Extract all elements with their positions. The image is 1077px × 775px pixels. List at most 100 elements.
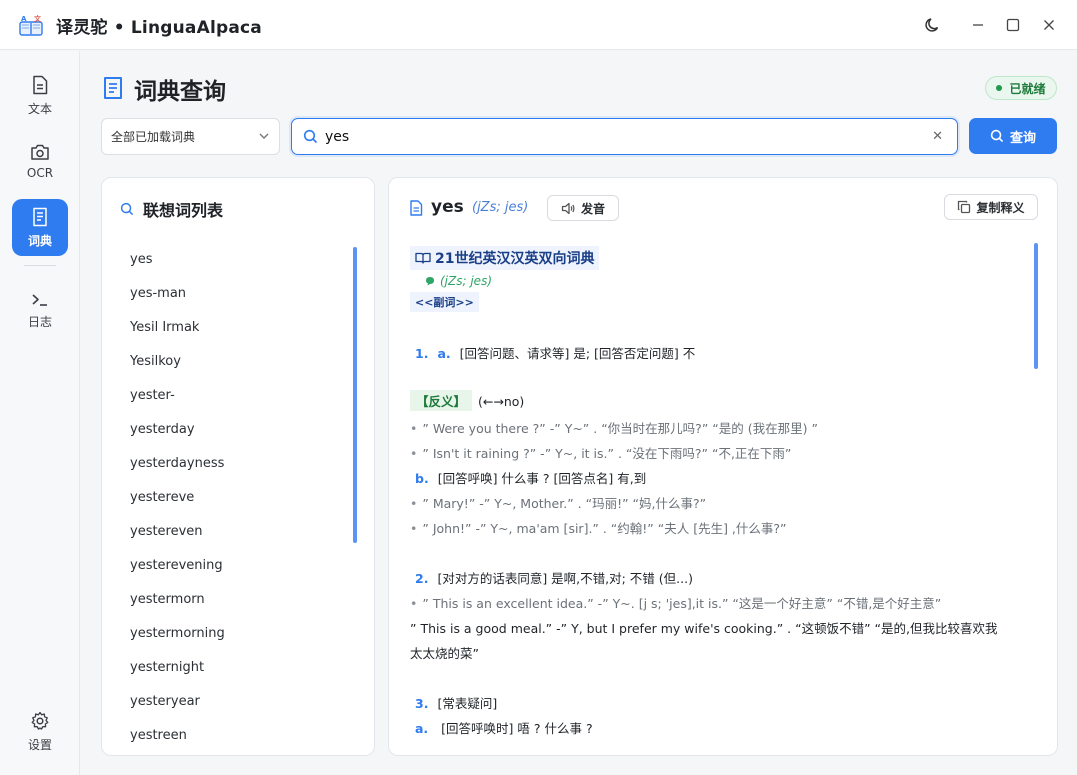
- suggestion-item[interactable]: yesterdayness: [130, 452, 225, 486]
- example-text: ” Mary!” -” Y~, Mother.” . “玛丽!” “妈,什么事?…: [422, 496, 707, 511]
- suggestion-item[interactable]: Yesil Irmak: [130, 316, 225, 350]
- speaker-icon: [561, 202, 575, 214]
- search-button[interactable]: 查询: [969, 118, 1057, 154]
- svg-text:A: A: [21, 15, 27, 23]
- suggestion-item[interactable]: yester-: [130, 384, 225, 418]
- copy-definition-button[interactable]: 复制释义: [944, 194, 1038, 220]
- definition-panel: yes (jZs; jes) 发音 复制释义 21世纪英汉汉英双向词典 (jZs…: [388, 177, 1058, 756]
- app-title: 译灵驼 • LinguaAlpaca: [56, 18, 262, 38]
- antonym-text: (←→no): [478, 394, 525, 409]
- suggestion-item[interactable]: yes-man: [130, 282, 225, 316]
- entry-phonetic: (jZs; jes): [472, 200, 529, 215]
- sense-letter: a.: [415, 721, 429, 736]
- sidebar-item-settings[interactable]: 设置: [12, 703, 68, 760]
- search-icon: [303, 129, 318, 144]
- search-icon: [120, 202, 134, 216]
- suggestion-list: yes yes-man Yesil Irmak Yesilkoy yester-…: [130, 248, 225, 755]
- maximize-icon[interactable]: [1002, 14, 1024, 36]
- moon-icon[interactable]: [922, 14, 944, 36]
- antonym-tag: 【反义】: [410, 390, 473, 411]
- suggestions-header: 联想词列表: [120, 197, 223, 221]
- entry-word: yes: [431, 197, 464, 217]
- status-badge: 已就绪: [985, 76, 1057, 100]
- pronounce-button[interactable]: 发音: [547, 195, 619, 221]
- copy-label: 复制释义: [976, 200, 1025, 215]
- suggestion-item[interactable]: yestermorn: [130, 588, 225, 622]
- example-line: •” This is an excellent idea.” -” Y~. [j…: [410, 596, 942, 611]
- dictionary-select-value: 全部已加载词典: [111, 130, 196, 144]
- suggestion-item[interactable]: yesterday: [130, 418, 225, 452]
- example-text: ” John!” -” Y~, ma'am [sir].” . “约翰!” “夫…: [422, 521, 787, 536]
- sense-text: [回答呼唤时] 唔 ? 什么事 ?: [437, 721, 593, 736]
- sense-line: 1. a. [回答问题、请求等] 是; [回答否定问题] 不: [415, 343, 695, 362]
- search-box: ✕: [291, 118, 958, 155]
- book-icon: [104, 77, 122, 99]
- sidebar-item-label: OCR: [26, 166, 54, 180]
- sense-letter: a.: [437, 346, 451, 361]
- definition-scrollbar[interactable]: [1034, 243, 1038, 369]
- example-text: ” Were you there ?” -” Y~” . “你当时在那儿吗?” …: [422, 421, 818, 436]
- page-title: 词典查询: [134, 79, 226, 105]
- camera-icon: [31, 144, 49, 160]
- sense-line: 3. [常表疑问]: [415, 693, 497, 712]
- clear-icon[interactable]: ✕: [932, 129, 943, 144]
- sense-number: 2.: [415, 571, 429, 586]
- sense-letter: b.: [415, 471, 429, 486]
- dictionary-name: 21世纪英汉汉英双向词典: [410, 246, 600, 270]
- example-line: •” Mary!” -” Y~, Mother.” . “玛丽!” “妈,什么事…: [410, 496, 707, 511]
- terminal-icon: [32, 293, 47, 306]
- part-of-speech-tag: <<副词>>: [410, 292, 479, 312]
- sidebar-item-text[interactable]: 文本: [12, 67, 68, 124]
- minimize-icon[interactable]: [967, 14, 989, 36]
- suggestions-scrollbar[interactable]: [353, 247, 357, 543]
- search-icon: [990, 129, 1004, 143]
- sense-line: a. [回答呼唤时] 唔 ? 什么事 ?: [415, 718, 593, 737]
- suggestions-panel: 联想词列表 yes yes-man Yesil Irmak Yesilkoy y…: [101, 177, 375, 756]
- suggestion-item[interactable]: yestereven: [130, 520, 225, 554]
- gear-icon: [31, 711, 49, 730]
- suggestion-item[interactable]: yesterevening: [130, 554, 225, 588]
- document-icon: [33, 75, 48, 94]
- pronounce-label: 发音: [580, 201, 605, 216]
- sense-number: 3.: [415, 696, 429, 711]
- sense-number: 1.: [415, 346, 429, 361]
- example-line: ” This is a good meal.” -” Y, but I pref…: [410, 621, 998, 636]
- dictionary-select[interactable]: 全部已加载词典: [101, 118, 280, 155]
- suggestion-item[interactable]: yes: [130, 248, 225, 282]
- app-logo-icon: A 文: [19, 14, 43, 36]
- svg-text:文: 文: [34, 14, 42, 23]
- example-line: •” John!” -” Y~, ma'am [sir].” . “约翰!” “…: [410, 521, 787, 536]
- sidebar-item-dictionary[interactable]: 词典: [12, 199, 68, 256]
- sidebar-item-log[interactable]: 日志: [12, 282, 68, 339]
- example-text: ” This is an excellent idea.” -” Y~. [j …: [422, 596, 942, 611]
- sidebar-item-ocr[interactable]: OCR: [12, 133, 68, 190]
- open-book-icon: [415, 252, 431, 264]
- status-dot-icon: [996, 85, 1003, 91]
- sense-text: [回答呼唤] 什么事 ? [回答点名] 有,到: [437, 471, 647, 486]
- sense-text: [对对方的话表同意] 是啊,不错,对; 不错 (但...): [437, 571, 693, 586]
- suggestion-item[interactable]: yesternight: [130, 656, 225, 690]
- dictionary-name-text: 21世纪英汉汉英双向词典: [435, 251, 595, 267]
- close-icon[interactable]: [1038, 14, 1060, 36]
- suggestion-item[interactable]: Yesilkoy: [130, 350, 225, 384]
- suggestion-item[interactable]: yestreen: [130, 724, 225, 755]
- sidebar-divider: [24, 265, 56, 266]
- document-icon: [410, 200, 423, 216]
- book-icon: [33, 207, 47, 226]
- antonym-line: 【反义】 (←→no): [410, 390, 524, 411]
- search-input[interactable]: [325, 126, 905, 148]
- search-button-label: 查询: [1009, 130, 1036, 146]
- example-line: 太太烧的菜”: [410, 646, 479, 661]
- suggestion-item[interactable]: yesteryear: [130, 690, 225, 724]
- sidebar-item-label: 词典: [27, 233, 52, 248]
- dictionary-phonetic-text: (jZs; jes): [440, 274, 492, 288]
- copy-icon: [958, 200, 971, 214]
- speech-bubble-icon: [426, 277, 434, 286]
- suggestion-item[interactable]: yestereve: [130, 486, 225, 520]
- sidebar-item-label: 文本: [27, 101, 52, 116]
- suggestion-item[interactable]: yestermorning: [130, 622, 225, 656]
- title-bar: A 文 译灵驼 • LinguaAlpaca: [0, 0, 1077, 50]
- chevron-down-icon: [259, 133, 269, 139]
- sense-text: [回答问题、请求等] 是; [回答否定问题] 不: [459, 346, 696, 361]
- example-line: •” Were you there ?” -” Y~” . “你当时在那儿吗?”…: [410, 421, 818, 436]
